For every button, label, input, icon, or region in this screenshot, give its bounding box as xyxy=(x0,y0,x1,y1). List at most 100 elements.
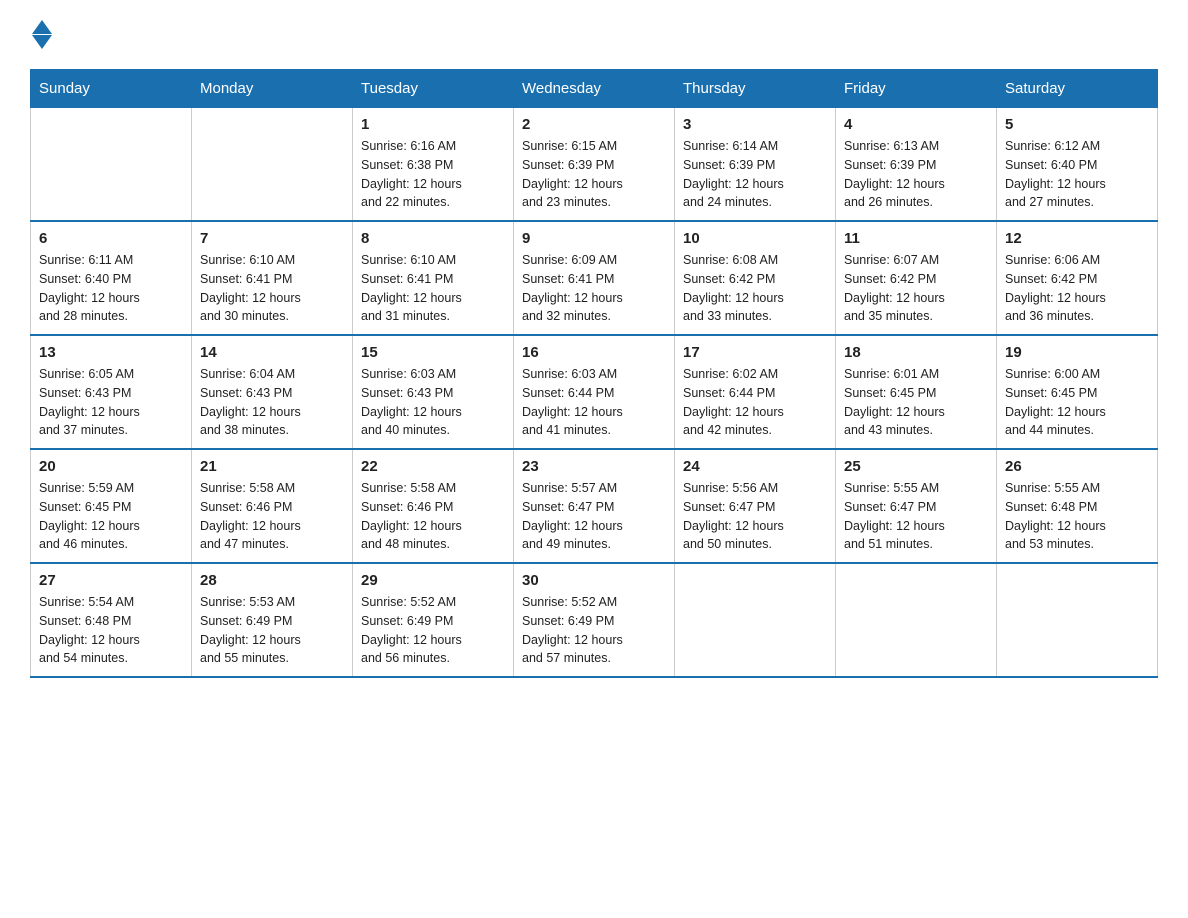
calendar-cell: 9Sunrise: 6:09 AMSunset: 6:41 PMDaylight… xyxy=(514,221,675,335)
day-info: Sunrise: 5:58 AMSunset: 6:46 PMDaylight:… xyxy=(361,479,505,554)
calendar-cell: 4 Sunrise: 6:13 AMSunset: 6:39 PMDaylight… xyxy=(836,108,997,222)
calendar-cell: 18 Sunrise: 6:01 AMSunset: 6:45 PMDayligh… xyxy=(836,335,997,449)
calendar-table: Sunday Monday Tuesday Wednesday Thursday… xyxy=(30,69,1158,678)
calendar-cell: 1 Sunrise: 6:16 AMSunset: 6:38 PMDaylight… xyxy=(353,108,514,222)
day-info: Sunrise: 5:59 AMSunset: 6:45 PMDaylight:… xyxy=(39,479,183,554)
calendar-cell: 16 Sunrise: 6:03 AMSunset: 6:44 PMDayligh… xyxy=(514,335,675,449)
day-info: Sunrise: 6:00 AMSunset: 6:45 PMDaylight:… xyxy=(1005,365,1149,440)
calendar-cell: 22 Sunrise: 5:58 AMSunset: 6:46 PMDayligh… xyxy=(353,449,514,563)
day-number: 19 xyxy=(1005,344,1149,361)
day-number: 6 xyxy=(39,230,183,247)
calendar-cell: 10 Sunrise: 6:08 AMSunset: 6:42 PMDayligh… xyxy=(675,221,836,335)
calendar-cell xyxy=(31,108,192,222)
day-info: Sunrise: 6:13 AMSunset: 6:39 PMDaylight:… xyxy=(844,137,988,212)
calendar-week-row: 1 Sunrise: 6:16 AMSunset: 6:38 PMDaylight… xyxy=(31,108,1158,222)
day-number: 24 xyxy=(683,458,827,475)
day-number: 20 xyxy=(39,458,183,475)
day-info: Sunrise: 6:10 AMSunset: 6:41 PMDaylight:… xyxy=(200,251,344,326)
calendar-cell xyxy=(997,563,1158,677)
day-number: 21 xyxy=(200,458,344,475)
calendar-cell: 3 Sunrise: 6:14 AMSunset: 6:39 PMDaylight… xyxy=(675,108,836,222)
calendar-cell: 7 Sunrise: 6:10 AMSunset: 6:41 PMDaylight… xyxy=(192,221,353,335)
day-info: Sunrise: 6:01 AMSunset: 6:45 PMDaylight:… xyxy=(844,365,988,440)
calendar-cell: 28 Sunrise: 5:53 AMSunset: 6:49 PMDayligh… xyxy=(192,563,353,677)
col-sunday: Sunday xyxy=(31,70,192,108)
day-info: Sunrise: 6:09 AMSunset: 6:41 PMDaylight:… xyxy=(522,251,666,326)
calendar-cell: 12 Sunrise: 6:06 AMSunset: 6:42 PMDayligh… xyxy=(997,221,1158,335)
day-info: Sunrise: 5:55 AMSunset: 6:47 PMDaylight:… xyxy=(844,479,988,554)
calendar-cell: 14 Sunrise: 6:04 AMSunset: 6:43 PMDayligh… xyxy=(192,335,353,449)
calendar-cell: 8 Sunrise: 6:10 AMSunset: 6:41 PMDaylight… xyxy=(353,221,514,335)
day-info: Sunrise: 6:03 AMSunset: 6:43 PMDaylight:… xyxy=(361,365,505,440)
calendar-cell: 15 Sunrise: 6:03 AMSunset: 6:43 PMDayligh… xyxy=(353,335,514,449)
day-info: Sunrise: 6:16 AMSunset: 6:38 PMDaylight:… xyxy=(361,137,505,212)
day-number: 27 xyxy=(39,572,183,589)
calendar-week-row: 27Sunrise: 5:54 AMSunset: 6:48 PMDayligh… xyxy=(31,563,1158,677)
day-number: 14 xyxy=(200,344,344,361)
day-number: 15 xyxy=(361,344,505,361)
day-number: 4 xyxy=(844,116,988,133)
day-number: 11 xyxy=(844,230,988,247)
day-info: Sunrise: 6:05 AMSunset: 6:43 PMDaylight:… xyxy=(39,365,183,440)
day-info: Sunrise: 6:06 AMSunset: 6:42 PMDaylight:… xyxy=(1005,251,1149,326)
day-number: 28 xyxy=(200,572,344,589)
calendar-cell xyxy=(192,108,353,222)
calendar-cell xyxy=(836,563,997,677)
col-monday: Monday xyxy=(192,70,353,108)
calendar-cell: 6 Sunrise: 6:11 AMSunset: 6:40 PMDaylight… xyxy=(31,221,192,335)
calendar-week-row: 20 Sunrise: 5:59 AMSunset: 6:45 PMDayligh… xyxy=(31,449,1158,563)
day-info: Sunrise: 6:14 AMSunset: 6:39 PMDaylight:… xyxy=(683,137,827,212)
day-info: Sunrise: 5:52 AMSunset: 6:49 PMDaylight:… xyxy=(361,593,505,668)
calendar-cell: 5 Sunrise: 6:12 AMSunset: 6:40 PMDaylight… xyxy=(997,108,1158,222)
calendar-cell: 2 Sunrise: 6:15 AMSunset: 6:39 PMDaylight… xyxy=(514,108,675,222)
day-number: 8 xyxy=(361,230,505,247)
day-number: 22 xyxy=(361,458,505,475)
day-number: 17 xyxy=(683,344,827,361)
day-info: Sunrise: 6:11 AMSunset: 6:40 PMDaylight:… xyxy=(39,251,183,326)
day-info: Sunrise: 6:04 AMSunset: 6:43 PMDaylight:… xyxy=(200,365,344,440)
calendar-cell: 13 Sunrise: 6:05 AMSunset: 6:43 PMDayligh… xyxy=(31,335,192,449)
col-wednesday: Wednesday xyxy=(514,70,675,108)
day-info: Sunrise: 6:02 AMSunset: 6:44 PMDaylight:… xyxy=(683,365,827,440)
day-info: Sunrise: 5:53 AMSunset: 6:49 PMDaylight:… xyxy=(200,593,344,668)
day-number: 13 xyxy=(39,344,183,361)
day-number: 26 xyxy=(1005,458,1149,475)
day-info: Sunrise: 6:08 AMSunset: 6:42 PMDaylight:… xyxy=(683,251,827,326)
day-info: Sunrise: 6:15 AMSunset: 6:39 PMDaylight:… xyxy=(522,137,666,212)
calendar-cell: 21Sunrise: 5:58 AMSunset: 6:46 PMDayligh… xyxy=(192,449,353,563)
col-friday: Friday xyxy=(836,70,997,108)
day-info: Sunrise: 5:55 AMSunset: 6:48 PMDaylight:… xyxy=(1005,479,1149,554)
day-number: 30 xyxy=(522,572,666,589)
calendar-cell: 29 Sunrise: 5:52 AMSunset: 6:49 PMDayligh… xyxy=(353,563,514,677)
calendar-cell xyxy=(675,563,836,677)
calendar-header-row: Sunday Monday Tuesday Wednesday Thursday… xyxy=(31,70,1158,108)
page-header xyxy=(30,20,1158,49)
calendar-cell: 26 Sunrise: 5:55 AMSunset: 6:48 PMDayligh… xyxy=(997,449,1158,563)
day-info: Sunrise: 5:57 AMSunset: 6:47 PMDaylight:… xyxy=(522,479,666,554)
calendar-week-row: 6 Sunrise: 6:11 AMSunset: 6:40 PMDaylight… xyxy=(31,221,1158,335)
col-tuesday: Tuesday xyxy=(353,70,514,108)
calendar-cell: 27Sunrise: 5:54 AMSunset: 6:48 PMDayligh… xyxy=(31,563,192,677)
calendar-cell: 23 Sunrise: 5:57 AMSunset: 6:47 PMDayligh… xyxy=(514,449,675,563)
day-number: 2 xyxy=(522,116,666,133)
calendar-cell: 30 Sunrise: 5:52 AMSunset: 6:49 PMDayligh… xyxy=(514,563,675,677)
day-number: 5 xyxy=(1005,116,1149,133)
calendar-cell: 17 Sunrise: 6:02 AMSunset: 6:44 PMDayligh… xyxy=(675,335,836,449)
day-info: Sunrise: 6:12 AMSunset: 6:40 PMDaylight:… xyxy=(1005,137,1149,212)
day-number: 29 xyxy=(361,572,505,589)
day-number: 10 xyxy=(683,230,827,247)
calendar-cell: 25Sunrise: 5:55 AMSunset: 6:47 PMDayligh… xyxy=(836,449,997,563)
col-thursday: Thursday xyxy=(675,70,836,108)
day-number: 12 xyxy=(1005,230,1149,247)
day-number: 18 xyxy=(844,344,988,361)
day-number: 3 xyxy=(683,116,827,133)
day-info: Sunrise: 5:56 AMSunset: 6:47 PMDaylight:… xyxy=(683,479,827,554)
day-number: 7 xyxy=(200,230,344,247)
day-number: 1 xyxy=(361,116,505,133)
calendar-cell: 11Sunrise: 6:07 AMSunset: 6:42 PMDayligh… xyxy=(836,221,997,335)
day-info: Sunrise: 6:10 AMSunset: 6:41 PMDaylight:… xyxy=(361,251,505,326)
day-info: Sunrise: 6:03 AMSunset: 6:44 PMDaylight:… xyxy=(522,365,666,440)
day-info: Sunrise: 5:52 AMSunset: 6:49 PMDaylight:… xyxy=(522,593,666,668)
day-number: 23 xyxy=(522,458,666,475)
day-number: 16 xyxy=(522,344,666,361)
